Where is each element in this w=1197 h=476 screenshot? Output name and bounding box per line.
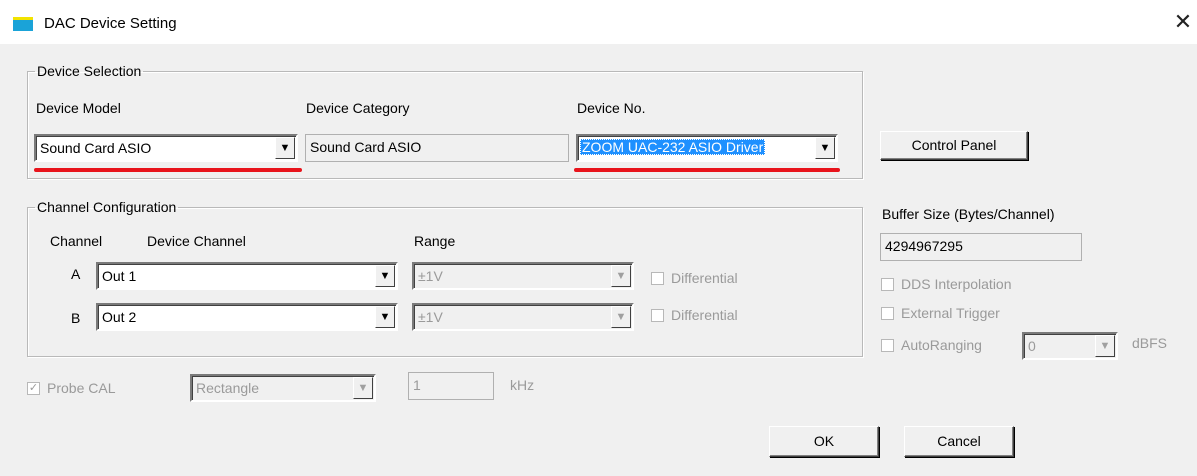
chevron-down-icon: ▼	[611, 306, 631, 328]
channel-b-device-dropdown[interactable]: Out 2 ▼	[96, 303, 398, 331]
window-title: DAC Device Setting	[44, 15, 177, 32]
device-model-label: Device Model	[36, 100, 121, 116]
channel-configuration-legend: Channel Configuration	[37, 199, 177, 215]
channel-a-device-dropdown[interactable]: Out 1 ▼	[96, 262, 398, 290]
channel-a-label: A	[71, 266, 81, 282]
checkbox-box	[881, 307, 894, 320]
range-column-header: Range	[414, 233, 456, 249]
buffer-size-field: 4294967295	[880, 233, 1082, 261]
device-number-label: Device No.	[577, 100, 646, 116]
channel-a-device-value: Out 1	[102, 268, 137, 284]
buffer-size-value: 4294967295	[885, 238, 963, 254]
check-icon: ✓	[27, 382, 40, 395]
probe-frequency-value: 1	[413, 377, 421, 393]
cancel-button-label: Cancel	[937, 433, 981, 449]
dds-interpolation-label: DDS Interpolation	[901, 276, 1012, 292]
chevron-down-icon[interactable]: ▼	[275, 137, 295, 159]
device-category-label: Device Category	[306, 100, 410, 116]
external-trigger-checkbox: External Trigger	[881, 305, 1041, 323]
channel-b-differential-label: Differential	[671, 307, 738, 323]
device-number-dropdown[interactable]: ZOOM UAC-232 ASIO Driver ▼	[576, 134, 838, 162]
channel-column-header: Channel	[50, 233, 103, 249]
annotation-underline	[34, 168, 302, 172]
device-category-value: Sound Card ASIO	[310, 139, 422, 155]
channel-b-differential-checkbox: Differential	[651, 307, 761, 325]
annotation-underline	[574, 168, 840, 172]
checkbox-box	[651, 309, 664, 322]
app-icon	[13, 17, 33, 31]
channel-b-range-value: ±1V	[418, 309, 443, 325]
control-panel-button[interactable]: Control Panel	[880, 131, 1028, 160]
autoranging-label: AutoRanging	[901, 337, 982, 353]
device-model-value: Sound Card ASIO	[40, 140, 152, 156]
probe-cal-label: Probe CAL	[47, 380, 116, 396]
close-icon[interactable]: ✕	[1170, 9, 1196, 35]
channel-a-differential-label: Differential	[671, 270, 738, 286]
chevron-down-icon[interactable]: ▼	[375, 306, 395, 328]
chevron-down-icon: ▼	[353, 377, 373, 399]
dac-device-setting-window: DAC Device Setting ✕ Device Selection De…	[0, 0, 1197, 476]
probe-frequency-field: 1	[408, 372, 494, 400]
checkbox-box	[881, 339, 894, 352]
probe-frequency-unit: kHz	[510, 377, 535, 393]
channel-b-range-dropdown: ±1V ▼	[412, 303, 634, 331]
dds-interpolation-checkbox: DDS Interpolation	[881, 276, 1041, 294]
channel-b-device-value: Out 2	[102, 309, 137, 325]
chevron-down-icon: ▼	[611, 265, 631, 287]
channel-a-range-dropdown: ±1V ▼	[412, 262, 634, 290]
autoranging-unit: dBFS	[1132, 335, 1168, 351]
probe-cal-checkbox: ✓ Probe CAL	[27, 380, 147, 398]
chevron-down-icon: ▼	[1095, 335, 1115, 357]
device-selection-legend: Device Selection	[37, 63, 142, 79]
control-panel-label: Control Panel	[911, 137, 997, 153]
title-bar: DAC Device Setting ✕	[0, 0, 1197, 44]
autoranging-dropdown: 0 ▼	[1022, 332, 1118, 360]
device-category-field: Sound Card ASIO	[305, 134, 569, 162]
device-model-dropdown[interactable]: Sound Card ASIO ▼	[34, 134, 298, 162]
probe-waveform-dropdown: Rectangle ▼	[190, 374, 376, 402]
checkbox-box	[881, 278, 894, 291]
device-number-value: ZOOM UAC-232 ASIO Driver	[580, 139, 766, 155]
channel-a-differential-checkbox: Differential	[651, 270, 761, 288]
chevron-down-icon[interactable]: ▼	[815, 137, 835, 159]
autoranging-checkbox: AutoRanging	[881, 337, 1011, 355]
ok-button[interactable]: OK	[769, 426, 879, 457]
ok-button-label: OK	[813, 433, 835, 449]
device-channel-column-header: Device Channel	[147, 233, 246, 249]
dialog-body: Device Selection Device Model Device Cat…	[0, 44, 1197, 476]
channel-a-range-value: ±1V	[418, 268, 443, 284]
probe-waveform-value: Rectangle	[196, 380, 260, 396]
channel-b-label: B	[71, 310, 81, 326]
checkbox-box	[651, 272, 664, 285]
cancel-button[interactable]: Cancel	[904, 426, 1014, 457]
buffer-size-label: Buffer Size (Bytes/Channel)	[882, 206, 1055, 222]
autoranging-value: 0	[1028, 338, 1036, 354]
external-trigger-label: External Trigger	[901, 305, 1000, 321]
chevron-down-icon[interactable]: ▼	[375, 265, 395, 287]
